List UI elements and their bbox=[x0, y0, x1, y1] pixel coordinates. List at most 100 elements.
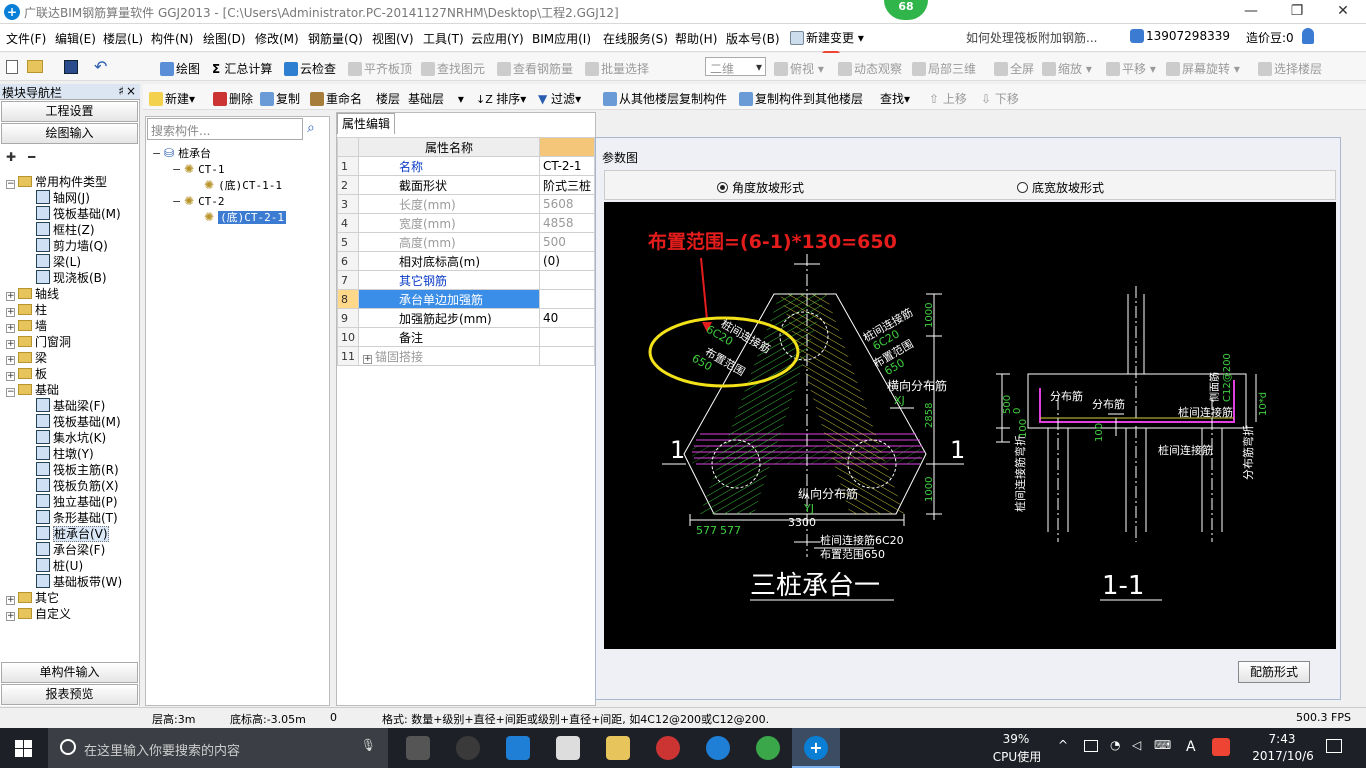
restore-button[interactable]: ❐ bbox=[1274, 0, 1320, 24]
nav-tree-item[interactable]: 集水坑(K) bbox=[6, 430, 138, 446]
menu-item[interactable]: 钢筋量(Q) bbox=[308, 30, 363, 47]
nav-tree-item[interactable]: 筏板基础(M) bbox=[6, 414, 138, 430]
bell-icon[interactable] bbox=[1302, 28, 1314, 44]
nav-tree-item[interactable]: 筏板基础(M) bbox=[6, 206, 138, 222]
new-file-icon[interactable] bbox=[6, 60, 18, 74]
property-value[interactable]: (0) bbox=[538, 251, 596, 271]
report-preview-button[interactable]: 报表预览 bbox=[1, 684, 138, 705]
nav-tree-item[interactable]: 框柱(Z) bbox=[6, 222, 138, 238]
move-down-button[interactable]: ⇩ 下移 bbox=[981, 90, 1019, 107]
component-search-input[interactable]: 搜索构件... bbox=[147, 118, 303, 140]
fullscreen-button[interactable]: 全屏 bbox=[994, 60, 1034, 77]
expand-icon[interactable]: + bbox=[6, 292, 15, 301]
start-icon[interactable] bbox=[15, 740, 32, 757]
undo-icon[interactable]: ↶ bbox=[94, 57, 107, 76]
pin-icon[interactable]: ♯ bbox=[118, 84, 124, 98]
nav-tree-item[interactable]: 桩(U) bbox=[6, 558, 138, 574]
nav-tree-item[interactable]: 基础板带(W) bbox=[6, 574, 138, 590]
expand-all-icon[interactable]: ✚ bbox=[6, 150, 16, 164]
save-icon[interactable] bbox=[64, 60, 78, 74]
explorer-icon[interactable] bbox=[606, 736, 630, 760]
volume-icon[interactable]: ◁ bbox=[1132, 738, 1141, 752]
property-value[interactable]: 5608 bbox=[538, 194, 596, 214]
wifi-icon[interactable]: ◔ bbox=[1110, 738, 1120, 752]
property-row[interactable]: 11 + 锚固搭接 bbox=[337, 346, 596, 366]
nav-tree-item[interactable]: + 柱 bbox=[6, 302, 138, 318]
nav-tree-item[interactable]: − 基础 bbox=[6, 382, 138, 398]
menu-item[interactable]: 工具(T) bbox=[423, 30, 464, 47]
filter-button[interactable]: ▼ 过滤▾ bbox=[538, 90, 581, 107]
nav-tree-item[interactable]: 独立基础(P) bbox=[6, 494, 138, 510]
menu-item[interactable]: 编辑(E) bbox=[55, 30, 96, 47]
menu-item[interactable]: 帮助(H) bbox=[675, 30, 717, 47]
menu-item[interactable]: 构件(N) bbox=[151, 30, 193, 47]
search-icon[interactable]: ⌕ bbox=[307, 120, 315, 136]
property-value[interactable]: 4858 bbox=[538, 213, 596, 233]
expand-icon[interactable]: + bbox=[6, 340, 15, 349]
collapse-icon[interactable]: − bbox=[172, 196, 181, 207]
nav-tree-item[interactable]: 剪力墙(Q) bbox=[6, 238, 138, 254]
property-value[interactable] bbox=[538, 327, 596, 347]
edge-icon[interactable] bbox=[506, 736, 530, 760]
expand-icon[interactable]: + bbox=[6, 596, 15, 605]
pan-button[interactable]: 平移 ▾ bbox=[1106, 60, 1156, 77]
menu-item[interactable]: 版本号(B) bbox=[726, 30, 780, 47]
component-tree-item[interactable]: ✺ (底)CT-1-1 bbox=[152, 177, 327, 193]
nav-tree-item[interactable]: + 自定义 bbox=[6, 606, 138, 622]
property-row[interactable]: 9 加强筋起步(mm) 40 bbox=[337, 308, 596, 328]
rename-button[interactable]: 重命名 bbox=[310, 90, 362, 107]
task-view-icon[interactable] bbox=[406, 736, 430, 760]
open-icon[interactable] bbox=[27, 60, 43, 73]
single-input-button[interactable]: 单构件输入 bbox=[1, 662, 138, 683]
copy-to-floor-button[interactable]: 复制构件到其他楼层 bbox=[739, 90, 863, 107]
component-tree-item[interactable]: − ✺ CT-1 bbox=[152, 161, 327, 177]
collapse-icon[interactable]: − bbox=[152, 148, 161, 159]
view-rebar-button[interactable]: 查看钢筋量 bbox=[497, 60, 573, 77]
property-row[interactable]: 7 其它钢筋 bbox=[337, 270, 596, 290]
menu-item[interactable]: 文件(F) bbox=[6, 30, 46, 47]
collapse-icon[interactable]: − bbox=[6, 388, 15, 397]
property-value[interactable]: 500 bbox=[538, 232, 596, 252]
batch-select-button[interactable]: 批量选择 bbox=[585, 60, 649, 77]
new-component-button[interactable]: 新建▾ bbox=[149, 90, 195, 107]
draw-input-button[interactable]: 绘图输入 bbox=[1, 123, 138, 144]
sort-button[interactable]: ↓Z 排序▾ bbox=[476, 90, 526, 107]
rebar-config-button[interactable]: 配筋形式 bbox=[1238, 661, 1310, 683]
expand-icon[interactable]: + bbox=[6, 372, 15, 381]
tab-property-edit[interactable]: 属性编辑 bbox=[337, 113, 395, 134]
property-row[interactable]: 3 长度(mm) 5608 bbox=[337, 194, 596, 214]
minimize-button[interactable]: — bbox=[1228, 0, 1274, 24]
expand-icon[interactable]: + bbox=[6, 308, 15, 317]
notification-icon[interactable] bbox=[1326, 739, 1342, 753]
keyboard-icon[interactable]: ⌨ bbox=[1154, 738, 1171, 752]
expand-icon[interactable]: + bbox=[6, 356, 15, 365]
menu-item[interactable]: 修改(M) bbox=[255, 30, 299, 47]
clock-time[interactable]: 7:43 bbox=[1262, 732, 1302, 746]
nav-tree-item[interactable]: 筏板主筋(R) bbox=[6, 462, 138, 478]
ime-indicator[interactable]: A bbox=[1186, 739, 1196, 755]
new-change-menu[interactable]: 新建变更 ▾ bbox=[790, 29, 864, 46]
view-mode-select[interactable]: 二维 ▾ bbox=[705, 57, 766, 76]
nav-tree-item[interactable]: + 板 bbox=[6, 366, 138, 382]
align-top-button[interactable]: 平齐板顶 bbox=[348, 60, 412, 77]
copy-button[interactable]: 复制 bbox=[260, 90, 300, 107]
draw-button[interactable]: 绘图 bbox=[160, 60, 200, 77]
floor-select[interactable]: 基础层 ▾ bbox=[408, 90, 464, 107]
nav-tree-item[interactable]: 基础梁(F) bbox=[6, 398, 138, 414]
radio-width-slope[interactable]: 底宽放坡形式 bbox=[1017, 179, 1104, 196]
menu-item[interactable]: 绘图(D) bbox=[203, 30, 246, 47]
dynamic-view-button[interactable]: 动态观察 bbox=[838, 60, 902, 77]
sogou-tray-icon[interactable] bbox=[1212, 738, 1230, 756]
property-row[interactable]: 10 备注 bbox=[337, 327, 596, 347]
top-view-button[interactable]: 俯视 ▾ bbox=[774, 60, 824, 77]
nav-tree-item[interactable]: 现浇板(B) bbox=[6, 270, 138, 286]
property-value[interactable]: CT-2-1 bbox=[538, 156, 596, 176]
user-phone[interactable]: 13907298339 bbox=[1130, 29, 1230, 43]
property-value[interactable] bbox=[538, 346, 596, 366]
score-badge[interactable]: 68 bbox=[884, 0, 928, 20]
expand-icon[interactable]: + bbox=[6, 324, 15, 333]
property-row[interactable]: 4 宽度(mm) 4858 bbox=[337, 213, 596, 233]
nav-tree-item[interactable]: + 梁 bbox=[6, 350, 138, 366]
local-3d-button[interactable]: 局部三维 bbox=[912, 60, 976, 77]
nav-tree-item[interactable]: 桩承台(V) bbox=[6, 526, 138, 542]
